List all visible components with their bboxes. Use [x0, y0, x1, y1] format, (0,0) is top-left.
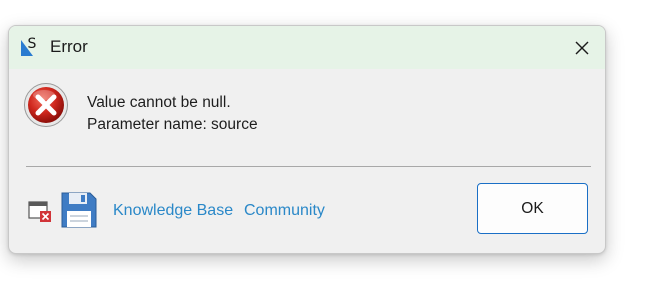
- svg-text:S: S: [28, 36, 37, 52]
- window-error-icon[interactable]: [28, 199, 52, 223]
- error-message: Value cannot be null. Parameter name: so…: [87, 92, 258, 136]
- title-bar: S Error: [9, 26, 605, 69]
- error-icon: [24, 83, 68, 127]
- message-line-2: Parameter name: source: [87, 116, 258, 133]
- floppy-disk-icon[interactable]: [60, 191, 98, 229]
- close-button[interactable]: [559, 26, 605, 69]
- error-dialog: S Error Value cannot be null. Parameter …: [8, 25, 606, 254]
- community-link[interactable]: Community: [244, 202, 325, 220]
- knowledge-base-link[interactable]: Knowledge Base: [113, 202, 233, 220]
- s-logo-icon: S: [21, 36, 37, 56]
- ok-button[interactable]: OK: [477, 183, 588, 234]
- message-line-1: Value cannot be null.: [87, 94, 231, 111]
- separator: [26, 166, 591, 167]
- window-title: Error: [50, 37, 88, 56]
- close-icon: [575, 41, 589, 54]
